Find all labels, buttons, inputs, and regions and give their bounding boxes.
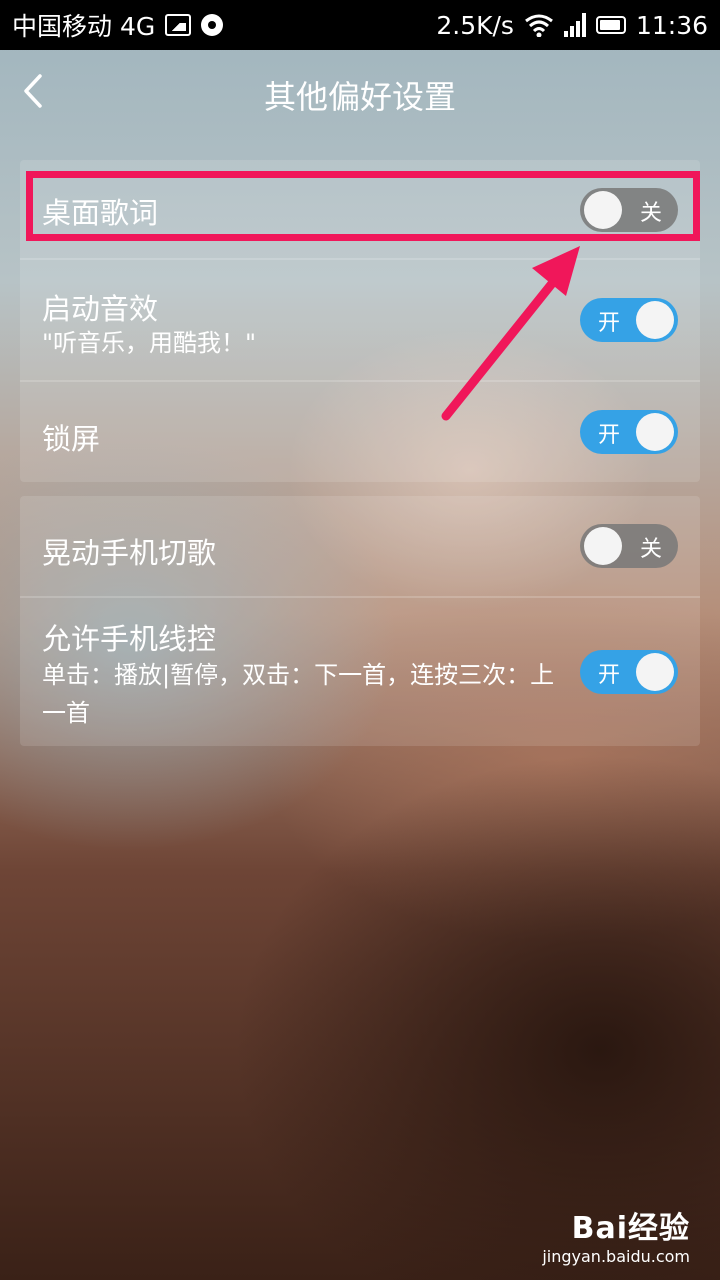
lock-screen-toggle[interactable]: 开 xyxy=(580,410,678,454)
clock: 11:36 xyxy=(635,10,708,40)
toggle-knob xyxy=(584,527,622,565)
setting-label: 锁屏 xyxy=(42,422,101,456)
battery-icon xyxy=(595,16,626,34)
setting-label: 允许手机线控 xyxy=(42,622,217,656)
top-bar: 其他偏好设置 xyxy=(0,50,720,132)
page-title: 其他偏好设置 xyxy=(263,78,456,116)
toggle-knob xyxy=(636,653,674,691)
location-pin-icon xyxy=(201,14,224,36)
toggle-state: 开 xyxy=(598,663,621,688)
status-bar: 中国移动 4G 2.5K/s 11:36 xyxy=(0,0,720,50)
watermark-url: jingyan.baidu.com xyxy=(542,1247,690,1266)
signal-icon xyxy=(563,13,586,37)
setting-row-startup-sound[interactable]: 启动音效 "听音乐，用酷我！" 开 xyxy=(20,260,700,380)
toggle-knob xyxy=(636,301,674,339)
setting-label: 晃动手机切歌 xyxy=(42,536,217,570)
setting-description: 单击：播放|暂停，双击：下一首，连按三次：上一首 xyxy=(42,661,555,727)
setting-row-shake-switch[interactable]: 晃动手机切歌 关 xyxy=(20,496,700,596)
network-speed: 2.5K/s xyxy=(436,10,514,40)
wifi-icon xyxy=(525,14,553,37)
startup-sound-toggle[interactable]: 开 xyxy=(580,298,678,342)
toggle-state: 开 xyxy=(598,311,621,336)
setting-label: 启动音效 xyxy=(42,292,159,326)
shake-switch-toggle[interactable]: 关 xyxy=(580,524,678,568)
watermark: Bai经验 jingyan.baidu.com xyxy=(542,1203,690,1266)
wire-control-toggle[interactable]: 开 xyxy=(580,650,678,694)
annotation-highlight-box xyxy=(26,171,700,241)
setting-description: "听音乐，用酷我！" xyxy=(42,329,257,357)
setting-row-wire-control[interactable]: 允许手机线控 单击：播放|暂停，双击：下一首，连按三次：上一首 开 xyxy=(20,598,700,746)
toggle-state: 关 xyxy=(639,537,662,562)
image-icon xyxy=(165,14,192,36)
watermark-brand: Bai经验 xyxy=(571,1211,690,1246)
toggle-knob xyxy=(636,413,674,451)
setting-row-lock-screen[interactable]: 锁屏 开 xyxy=(20,382,700,482)
carrier-label: 中国移动 4G xyxy=(12,12,156,41)
toggle-state: 开 xyxy=(598,423,621,448)
